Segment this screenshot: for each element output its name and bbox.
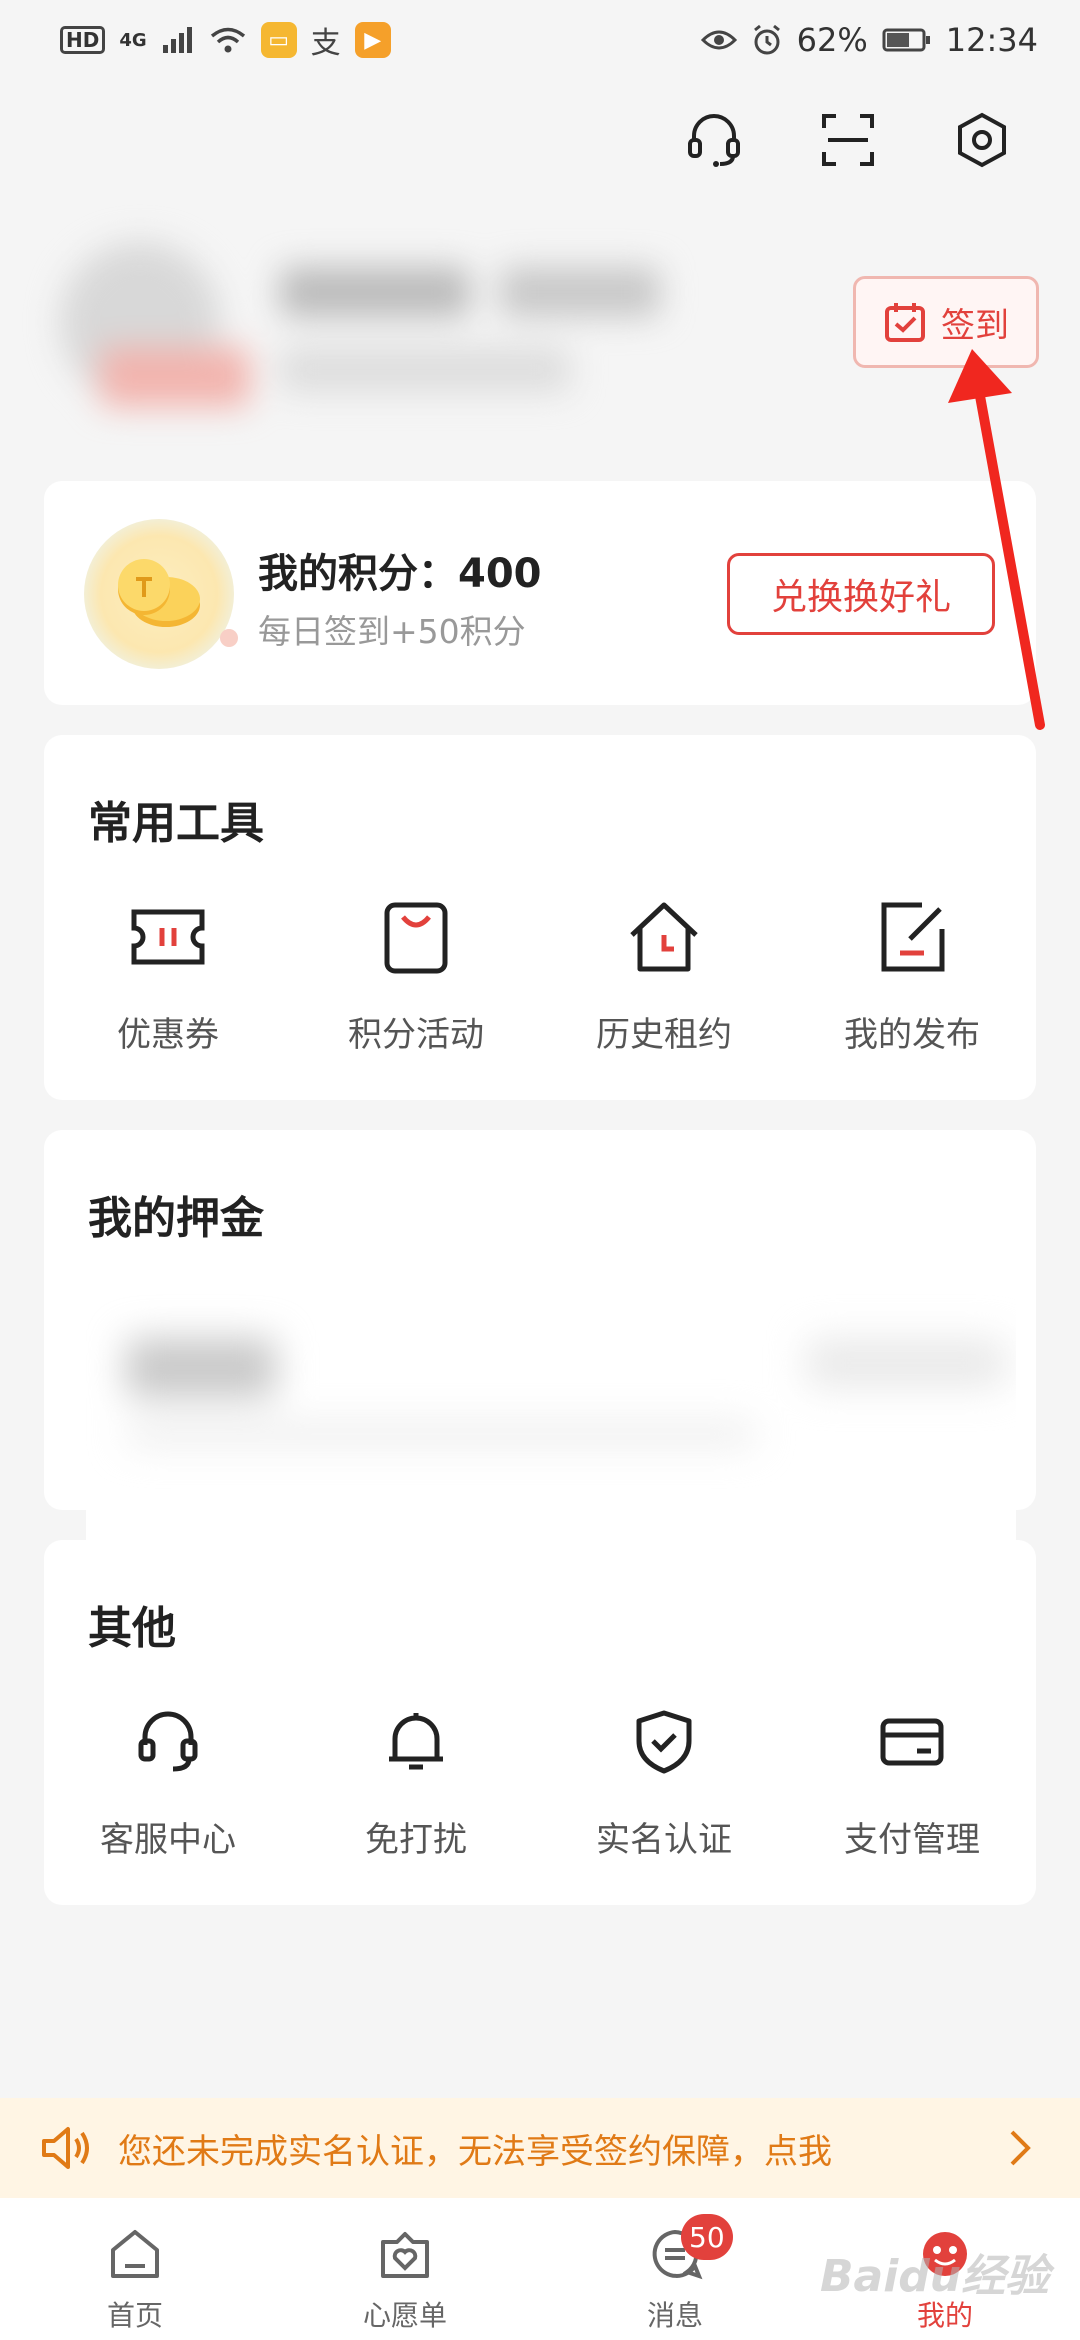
video-app-icon: ▶: [354, 22, 391, 58]
profile-header-blurred[interactable]: [60, 172, 710, 430]
tool-coupon-label: 优惠券: [117, 1015, 219, 1055]
headset-icon: [126, 1700, 210, 1784]
other-customer-service[interactable]: 客服中心: [44, 1700, 292, 1861]
message-icon: 50: [643, 2214, 733, 2286]
points-title: 我的积分：400: [258, 551, 542, 597]
other-grid: 客服中心 免打扰 实名认证 支付管理: [44, 1700, 1036, 1861]
other-payment-management[interactable]: 支付管理: [788, 1700, 1036, 1861]
speaker-icon: [42, 2127, 89, 2169]
notice-text: 您还未完成实名认证，无法享受签约保障，点我: [118, 2131, 832, 2172]
coupon-icon: [126, 895, 210, 979]
battery-percent: 62%: [796, 21, 868, 59]
message-badge: 50: [681, 2214, 733, 2260]
profile-tag-blur: [100, 347, 250, 407]
hd-badge: HD: [60, 26, 106, 54]
settings-icon[interactable]: [950, 108, 1014, 172]
tool-points-activity-label: 积分活动: [348, 1015, 484, 1055]
tool-my-posts[interactable]: 我的发布: [788, 895, 1036, 1056]
card-icon: [870, 1700, 954, 1784]
tools-title: 常用工具: [88, 798, 264, 849]
other-customer-service-label: 客服中心: [100, 1820, 236, 1860]
clock-time: 12:34: [945, 21, 1038, 59]
status-bar: HD 4G ▭ 支 ▶ 62% 12:34: [0, 0, 1080, 80]
shopping-bag-icon: [374, 895, 458, 979]
nav-wishlist[interactable]: 心愿单: [270, 2198, 540, 2340]
chevron-right-icon: [1000, 2128, 1040, 2168]
deposit-card[interactable]: 我的押金: [44, 1130, 1036, 1568]
other-card: 其他 客服中心 免打扰 实名认证 支付管理: [44, 1540, 1036, 1905]
wifi-icon: [210, 27, 245, 53]
tools-card: 常用工具 优惠券 积分活动 历史租约 我的发布: [44, 735, 1036, 1100]
verification-notice-banner[interactable]: 您还未完成实名认证，无法享受签约保障，点我: [0, 2098, 1080, 2198]
nav-messages[interactable]: 50 消息: [540, 2198, 810, 2340]
other-real-name-verification[interactable]: 实名认证: [540, 1700, 788, 1861]
nav-wishlist-label: 心愿单: [362, 2299, 447, 2332]
bell-icon: [374, 1700, 458, 1784]
other-real-name-verification-label: 实名认证: [596, 1820, 732, 1860]
deposit-content-blurred: [86, 1248, 1016, 1568]
points-subtitle: 每日签到+50积分: [258, 612, 526, 651]
scan-icon[interactable]: [816, 108, 880, 172]
status-left: HD 4G ▭ 支 ▶: [60, 18, 391, 62]
nav-messages-label: 消息: [646, 2299, 703, 2332]
tool-lease-history[interactable]: 历史租约: [540, 895, 788, 1056]
header-actions: [682, 108, 1014, 172]
app-notification-icon: ▭: [260, 22, 297, 58]
tools-grid: 优惠券 积分活动 历史租约 我的发布: [44, 895, 1036, 1056]
deposit-title: 我的押金: [88, 1193, 264, 1244]
profile-name-blur-2: [500, 267, 660, 317]
decor-dot: [220, 629, 238, 647]
tool-coupon[interactable]: 优惠券: [44, 895, 292, 1056]
battery-icon: [882, 28, 930, 52]
nav-home[interactable]: 首页: [0, 2198, 270, 2340]
tool-lease-history-label: 历史租约: [596, 1015, 732, 1055]
signin-label: 签到: [941, 305, 1009, 346]
signal-icon: [162, 27, 192, 53]
other-payment-management-label: 支付管理: [844, 1820, 980, 1860]
home-icon: [103, 2222, 167, 2286]
nav-home-label: 首页: [106, 2299, 163, 2332]
customer-service-icon[interactable]: [682, 108, 746, 172]
house-clock-icon: [622, 895, 706, 979]
profile-info-blur: [280, 347, 570, 392]
alipay-icon: 支: [310, 26, 341, 61]
coins-illustration: [84, 519, 234, 669]
profile-name-blur: [280, 267, 470, 317]
other-do-not-disturb-label: 免打扰: [365, 1820, 467, 1860]
eye-icon: [700, 30, 737, 50]
annotation-arrow: [948, 349, 1045, 730]
alarm-icon: [753, 24, 780, 55]
network-label: 4G: [119, 29, 147, 51]
watermark: Baidu经验: [820, 2251, 1050, 2302]
shield-check-icon: [622, 1700, 706, 1784]
other-do-not-disturb[interactable]: 免打扰: [292, 1700, 540, 1861]
other-title: 其他: [88, 1603, 176, 1654]
wishlist-icon: [373, 2222, 437, 2286]
calendar-check-icon: [885, 303, 925, 342]
points-card: 我的积分：400 每日签到+50积分 兑换换好礼: [44, 481, 1036, 705]
edit-icon: [870, 895, 954, 979]
tool-my-posts-label: 我的发布: [844, 1015, 980, 1055]
status-right: 62% 12:34: [700, 21, 1038, 59]
tool-points-activity[interactable]: 积分活动: [292, 895, 540, 1056]
